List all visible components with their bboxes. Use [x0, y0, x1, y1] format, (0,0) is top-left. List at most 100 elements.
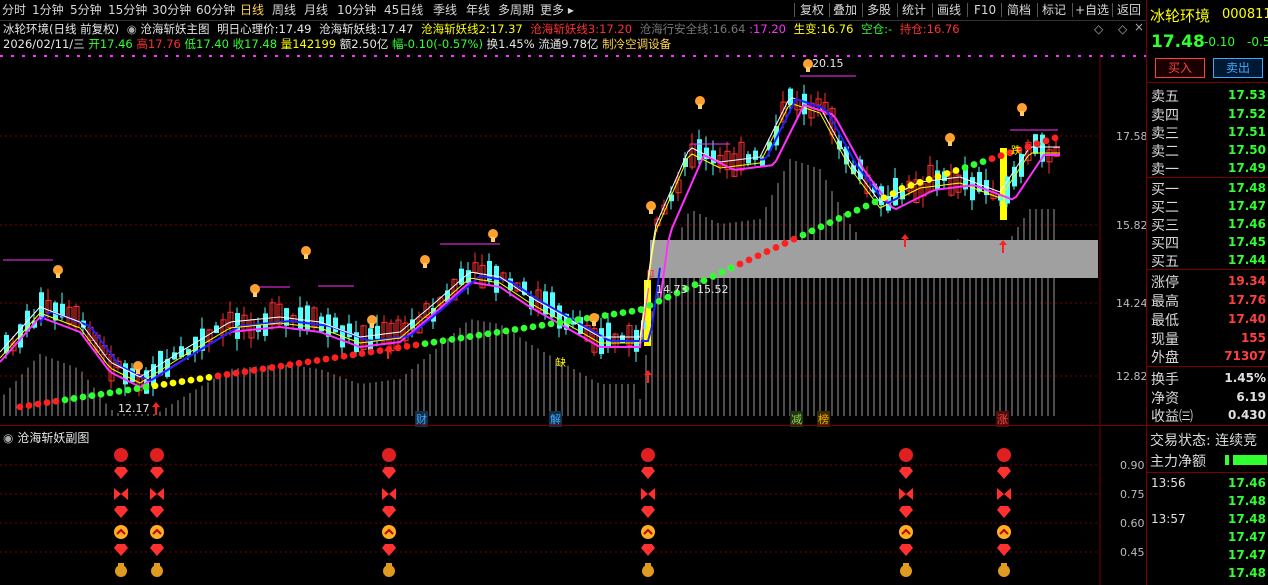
bid-2-label: 买二	[1151, 200, 1179, 216]
current-volume-value: 155	[1240, 331, 1266, 345]
period-tab-year[interactable]: 年线	[466, 2, 490, 18]
period-tab-1min[interactable]: 1分钟	[32, 2, 64, 18]
current-volume-label: 现量	[1151, 332, 1179, 348]
ask-3-price[interactable]: 17.51	[1228, 125, 1266, 139]
signal-dot	[97, 390, 105, 398]
main-flow-label[interactable]: 主力净额	[1150, 451, 1206, 471]
main-flow-bar-small	[1225, 455, 1229, 465]
period-tab-multi[interactable]: 多周期	[498, 2, 534, 18]
ask-2-label: 卖二	[1151, 144, 1179, 160]
empty-value: -	[887, 22, 893, 36]
limit-up-value: 19.34	[1228, 274, 1266, 288]
ask-4-price[interactable]: 17.52	[1228, 107, 1266, 121]
money-bag-icon	[386, 563, 392, 566]
signal-dot	[898, 184, 906, 192]
tool-back-button[interactable]: 返回	[1117, 2, 1141, 18]
signal-dot	[223, 371, 231, 378]
signal-dot	[448, 335, 456, 343]
tool-overlay-button[interactable]: 叠加	[833, 2, 857, 18]
signal-dot	[340, 352, 348, 360]
signal-dot	[502, 327, 510, 335]
signal-dot	[844, 210, 852, 218]
bid-5-price[interactable]: 17.44	[1228, 253, 1266, 267]
period-tab-60min[interactable]: 60分钟	[196, 2, 235, 18]
tool-mark-button[interactable]: 标记	[1042, 2, 1066, 18]
butterfly-icon	[997, 488, 1011, 500]
tool-fuquan-button[interactable]: 复权	[800, 2, 824, 18]
period-tab-15min[interactable]: 15分钟	[108, 2, 147, 18]
period-tab-10min[interactable]: 10分钟	[337, 2, 376, 18]
badge-icon	[641, 448, 655, 462]
tool-draw-button[interactable]: 画线	[937, 2, 961, 18]
period-tab-fenshi[interactable]: 分时	[2, 2, 26, 18]
sell-button[interactable]: 卖出	[1213, 58, 1263, 78]
panel-rule	[1147, 269, 1268, 270]
period-tab-day[interactable]: 日线	[240, 2, 264, 18]
buy-button[interactable]: 买入	[1155, 58, 1205, 78]
signal-dot	[367, 348, 375, 356]
tick-price: 17.48	[1228, 566, 1266, 580]
toolbar-divider	[897, 3, 898, 17]
signal-dot	[493, 328, 501, 336]
period-tab-month[interactable]: 月线	[304, 2, 328, 18]
period-tab-45day[interactable]: 45日线	[384, 2, 423, 18]
period-tab-week[interactable]: 周线	[272, 2, 296, 18]
period-tab-5min[interactable]: 5分钟	[70, 2, 102, 18]
signal-dot	[862, 202, 870, 210]
bar-volume: 量142199	[280, 37, 337, 51]
signal-dot	[16, 403, 24, 411]
tool-brief-button[interactable]: 简档	[1007, 2, 1031, 18]
bid-2-price[interactable]: 17.47	[1228, 199, 1266, 213]
signal-dot	[979, 158, 987, 166]
signal-dot	[466, 333, 474, 340]
butterfly-icon	[150, 488, 164, 500]
bar-open: 开17.46	[88, 37, 133, 51]
tick-price: 17.48	[1228, 494, 1266, 508]
small-tag-drop: 跌	[1011, 146, 1021, 157]
ask-2-price[interactable]: 17.50	[1228, 143, 1266, 157]
signal-dot	[601, 312, 609, 319]
turnover-label: 换手	[1151, 372, 1179, 388]
period-tab-season[interactable]: 季线	[433, 2, 457, 18]
signal-dot	[214, 372, 222, 380]
sub-chart-icons	[114, 448, 1011, 577]
line1-label: 沧海斩妖线:	[319, 22, 381, 36]
ask-1-price[interactable]: 17.49	[1228, 161, 1266, 175]
tool-stats-button[interactable]: 统计	[902, 2, 926, 18]
period-tab-30min[interactable]: 30分钟	[152, 2, 191, 18]
toolbar-divider	[862, 3, 863, 17]
line3-value: 17.20	[599, 22, 633, 36]
signal-dot	[1051, 134, 1059, 142]
gem-icon	[114, 506, 128, 518]
indicator-chevron-icon[interactable]: ◉	[127, 22, 137, 36]
panel-rule	[1147, 472, 1268, 473]
close-icon[interactable]: ×	[1134, 20, 1144, 34]
tool-multistock-button[interactable]: 多股	[867, 2, 891, 18]
candlestick-chart[interactable]	[0, 54, 1146, 424]
settings-diamond-icon[interactable]: ◇	[1118, 22, 1127, 36]
tool-f10-button[interactable]: F10	[974, 2, 996, 18]
eps-label: 收益㈢	[1151, 409, 1193, 425]
signal-dot	[556, 319, 564, 326]
price-tick-4: 12.82	[1116, 370, 1148, 383]
ask-5-price[interactable]: 17.53	[1228, 88, 1266, 102]
bid-4-price[interactable]: 17.45	[1228, 235, 1266, 249]
candle-body-down	[375, 325, 380, 339]
bid-1-price[interactable]: 17.48	[1228, 181, 1266, 195]
signal-dot	[889, 190, 897, 198]
tool-add-watchlist-button[interactable]: +自选	[1075, 2, 1109, 18]
life-value: 16.76	[820, 22, 854, 36]
signal-dot	[79, 393, 87, 401]
ask-1-label: 卖一	[1151, 162, 1179, 178]
up-badge-icon	[150, 525, 164, 539]
collapse-diamond-icon[interactable]: ◇	[1094, 22, 1103, 36]
main-indicator-name[interactable]: 沧海斩妖主图	[141, 22, 210, 36]
money-bag-icon	[118, 563, 124, 566]
bid-3-price[interactable]: 17.46	[1228, 217, 1266, 231]
badge-icon	[899, 448, 913, 462]
signal-dot	[421, 340, 429, 347]
sub-indicator-chart[interactable]	[0, 427, 1146, 585]
period-tab-more[interactable]: 更多 ▸	[540, 2, 574, 18]
signal-dot	[196, 375, 204, 383]
signal-dot	[943, 170, 951, 177]
